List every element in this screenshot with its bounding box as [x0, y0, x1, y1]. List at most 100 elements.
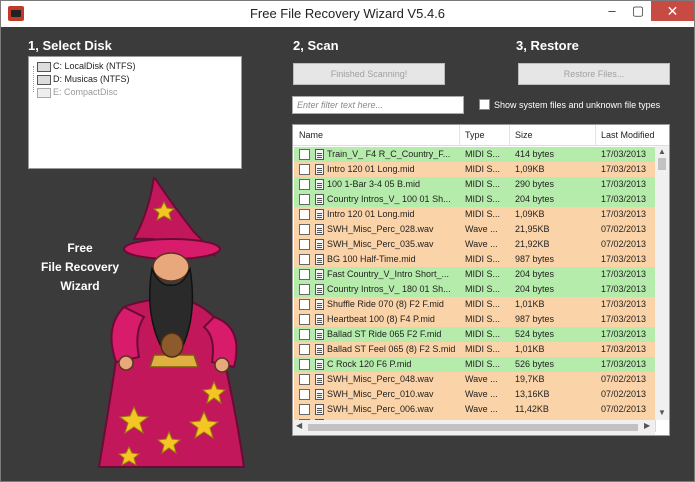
- vertical-scrollbar[interactable]: ▲ ▼: [655, 146, 669, 420]
- file-name-cell: SWH_Misc_Perc_010.wav: [327, 389, 434, 399]
- column-divider[interactable]: [459, 125, 460, 145]
- column-divider[interactable]: [509, 125, 510, 145]
- row-checkbox[interactable]: [299, 164, 310, 175]
- disk-item-d[interactable]: D: Musicas (NTFS): [37, 73, 130, 86]
- show-system-files-option[interactable]: Show system files and unknown file types: [479, 99, 660, 110]
- file-list-table[interactable]: Name Type Size Last Modified Train_V_ F4…: [292, 124, 670, 436]
- row-checkbox[interactable]: [299, 404, 310, 415]
- file-modified-cell: 07/02/2013: [601, 404, 647, 414]
- row-checkbox[interactable]: [299, 209, 310, 220]
- table-row[interactable]: SWH_Misc_Perc_035.wav Wave ... 21,92KB 07/0…: [294, 237, 656, 252]
- file-size-cell: 290 bytes: [515, 179, 555, 189]
- scroll-left-icon[interactable]: ◀: [296, 421, 302, 430]
- row-checkbox[interactable]: [299, 284, 310, 295]
- row-checkbox[interactable]: [299, 314, 310, 325]
- file-size-cell: 414 bytes: [515, 149, 555, 159]
- table-row[interactable]: Country Intros_V_ 180 01 Sh... MIDI S... 2…: [294, 282, 656, 297]
- row-checkbox[interactable]: [299, 194, 310, 205]
- table-row[interactable]: Country Intros_V_ 100 01 Sh... MIDI S... 2…: [294, 192, 656, 207]
- file-size-cell: 526 bytes: [515, 359, 555, 369]
- filter-input[interactable]: Enter filter text here...: [292, 96, 464, 114]
- file-name-cell: Heartbeat 100 (8) F4 P.mid: [327, 314, 435, 324]
- row-checkbox[interactable]: [299, 269, 310, 280]
- horizontal-scrollbar[interactable]: ◀ ▶: [293, 420, 655, 435]
- file-type-cell: Wave ...: [465, 389, 498, 399]
- file-name-cell: Ballad ST Feel 065 (8) F2 S.mid: [327, 344, 456, 354]
- file-type-cell: MIDI S...: [465, 344, 501, 354]
- file-size-cell: 1,09KB: [515, 164, 545, 174]
- file-name-cell: SWH_Misc_Perc_048.wav: [327, 374, 434, 384]
- row-checkbox[interactable]: [299, 359, 310, 370]
- restore-files-button[interactable]: Restore Files...: [518, 63, 670, 85]
- file-size-cell: 204 bytes: [515, 194, 555, 204]
- table-row[interactable]: BG 100 Half-Time.mid MIDI S... 987 bytes 17…: [294, 252, 656, 267]
- row-checkbox[interactable]: [299, 374, 310, 385]
- table-row[interactable]: Train_V_ F4 R_C_Country_F... MIDI S... 414…: [294, 147, 656, 162]
- file-modified-cell: 17/03/2013: [601, 299, 647, 309]
- scroll-down-icon[interactable]: ▼: [655, 408, 669, 417]
- file-name-cell: SWH_Misc_Perc_035.wav: [327, 239, 434, 249]
- row-checkbox[interactable]: [299, 149, 310, 160]
- table-row[interactable]: SWH_Misc_Perc_028.wav Wave ... 21,95KB 07/0…: [294, 222, 656, 237]
- table-row[interactable]: Shuffle Ride 070 (8) F2 F.mid MIDI S... 1,…: [294, 297, 656, 312]
- minimize-button[interactable]: –: [599, 1, 625, 21]
- table-row[interactable]: SWH_Misc_Perc_006.wav Wave ... 11,42KB 07/0…: [294, 402, 656, 417]
- row-checkbox[interactable]: [299, 344, 310, 355]
- row-checkbox[interactable]: [299, 254, 310, 265]
- table-row[interactable]: Intro 120 01 Long.mid MIDI S... 1,09KB 17/0…: [294, 162, 656, 177]
- row-checkbox[interactable]: [299, 224, 310, 235]
- horizontal-scroll-thumb[interactable]: [308, 424, 638, 431]
- file-modified-cell: 17/03/2013: [601, 209, 647, 219]
- file-type-cell: Wave ...: [465, 404, 498, 414]
- column-divider[interactable]: [595, 125, 596, 145]
- file-type-cell: MIDI S...: [465, 284, 501, 294]
- file-modified-cell: 17/03/2013: [601, 329, 647, 339]
- disk-item-label: D: Musicas (NTFS): [53, 74, 130, 84]
- table-row[interactable]: 100 1-Bar 3-4 05 B.mid MIDI S... 290 bytes…: [294, 177, 656, 192]
- file-name-cell: 100 1-Bar 3-4 05 B.mid: [327, 179, 421, 189]
- file-icon: [315, 239, 324, 250]
- table-row[interactable]: Fast Country_V_Intro Short_... MIDI S... 2…: [294, 267, 656, 282]
- scroll-up-icon[interactable]: ▲: [655, 147, 669, 156]
- file-modified-cell: 17/03/2013: [601, 164, 647, 174]
- file-icon: [315, 149, 324, 160]
- column-header-size[interactable]: Size: [515, 130, 533, 140]
- vertical-scroll-thumb[interactable]: [658, 158, 666, 170]
- row-checkbox[interactable]: [299, 329, 310, 340]
- column-header-last-modified[interactable]: Last Modified: [601, 130, 657, 140]
- table-row[interactable]: SWH_Misc_Perc_048.wav Wave ... 19,7KB 07/02…: [294, 372, 656, 387]
- row-checkbox[interactable]: [299, 239, 310, 250]
- table-row[interactable]: C Rock 120 F6 P.mid MIDI S... 526 bytes 17/…: [294, 357, 656, 372]
- row-checkbox[interactable]: [299, 299, 310, 310]
- file-icon: [315, 164, 324, 175]
- scroll-right-icon[interactable]: ▶: [644, 421, 650, 430]
- column-header-type[interactable]: Type: [465, 130, 485, 140]
- disk-item-e[interactable]: E: CompactDisc: [37, 86, 118, 99]
- table-row[interactable]: Heartbeat 100 (8) F4 P.mid MIDI S... 987 b…: [294, 312, 656, 327]
- table-header: Name Type Size Last Modified: [293, 125, 669, 146]
- table-row[interactable]: SWH_Misc_Perc_010.wav Wave ... 13,16KB 07/0…: [294, 387, 656, 402]
- disk-item-c[interactable]: C: LocalDisk (NTFS): [37, 60, 136, 73]
- table-row[interactable]: Ballad ST Feel 065 (8) F2 S.mid MIDI S...…: [294, 342, 656, 357]
- column-header-name[interactable]: Name: [299, 130, 323, 140]
- file-modified-cell: 17/03/2013: [601, 314, 647, 324]
- file-modified-cell: 07/02/2013: [601, 389, 647, 399]
- file-modified-cell: 17/03/2013: [601, 254, 647, 264]
- file-icon: [315, 269, 324, 280]
- file-name-cell: Ballad ST Ride 065 F2 F.mid: [327, 329, 442, 339]
- file-icon: [315, 374, 324, 385]
- show-system-files-checkbox[interactable]: [479, 99, 490, 110]
- scan-button[interactable]: Finished Scanning!: [293, 63, 445, 85]
- show-system-files-label: Show system files and unknown file types: [494, 100, 661, 110]
- step-restore-label: 3, Restore: [516, 38, 579, 53]
- tree-line: [33, 66, 34, 92]
- file-modified-cell: 07/02/2013: [601, 374, 647, 384]
- row-checkbox[interactable]: [299, 389, 310, 400]
- maximize-button[interactable]: ▢: [625, 1, 651, 21]
- table-row[interactable]: Intro 120 01 Long.mid MIDI S... 1,09KB 17/0…: [294, 207, 656, 222]
- table-row[interactable]: Ballad ST Ride 065 F2 F.mid MIDI S... 524 …: [294, 327, 656, 342]
- close-button[interactable]: ✕: [651, 1, 694, 21]
- disk-tree[interactable]: C: LocalDisk (NTFS) D: Musicas (NTFS) E:…: [28, 56, 242, 169]
- file-name-cell: Shuffle Ride 070 (8) F2 F.mid: [327, 299, 444, 309]
- row-checkbox[interactable]: [299, 179, 310, 190]
